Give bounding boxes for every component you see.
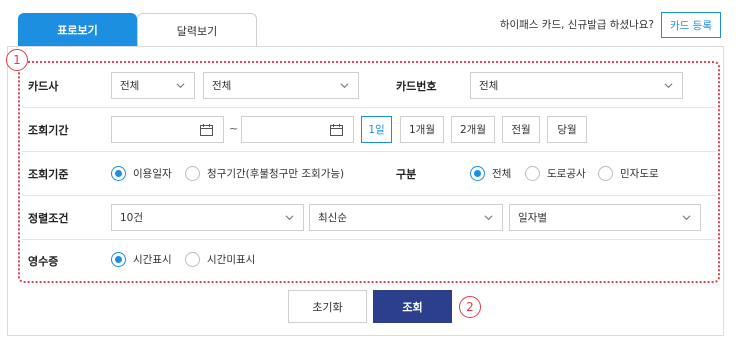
quick-2month-button[interactable]: 2개월 [451,116,495,143]
category-label: 구분 [396,168,417,181]
start-date-input[interactable] [111,116,224,143]
calendar-icon[interactable] [200,124,213,136]
card-company-select-1[interactable]: 전체 [111,72,195,99]
annotation-marker-1: 1 [6,49,28,71]
row-receipt: 영수증 시간표시 시간미표시 [22,240,716,282]
row-period: 조회기간 ~ 1일 1개월 2개월 전월 당월 [22,108,716,152]
sort-group-value: 일자별 [518,212,547,224]
radio-unchecked-icon [598,166,613,181]
card-company-select-2[interactable]: 전체 [203,72,359,99]
chevron-down-icon [285,215,294,221]
chevron-down-icon [484,215,493,221]
period-label: 조회기간 [28,124,69,137]
basis-radio-usage-date[interactable]: 이용일자 [111,166,172,181]
sort-group-select[interactable]: 일자별 [509,204,701,231]
quick-1month-button[interactable]: 1개월 [400,116,444,143]
sort-count-value: 10건 [120,212,144,224]
chevron-down-icon [682,215,691,221]
card-company-label: 카드사 [28,80,59,93]
search-button[interactable]: 조회 [373,290,452,323]
card-company-select-2-value: 전체 [212,80,232,92]
radio-checked-icon [111,166,126,181]
row-sort: 정렬조건 10건 최신순 일자별 [22,196,716,240]
sort-order-select[interactable]: 최신순 [309,204,503,231]
date-separator: ~ [229,122,239,135]
quick-last-month-button[interactable]: 전월 [502,116,540,143]
receipt-radio-show-time[interactable]: 시간표시 [111,252,172,267]
radio-unchecked-icon [185,252,200,267]
tab-calendar-view[interactable]: 달력보기 [137,13,257,47]
receipt-radio-hide-time[interactable]: 시간미표시 [185,252,255,267]
annotation-marker-2: 2 [459,296,481,318]
radio-checked-icon [111,252,126,267]
radio-label: 시간미표시 [207,254,256,266]
tab-table-view[interactable]: 표로보기 [18,13,137,47]
promo-text: 하이패스 카드, 신규발급 하셨나요? [499,19,654,31]
basis-radio-billing-period[interactable]: 청구기간(후불청구만 조회가능) [185,166,344,181]
radio-label: 시간표시 [133,254,172,266]
receipt-label: 영수증 [28,255,59,268]
chevron-down-icon [340,83,349,89]
sort-label: 정렬조건 [28,212,69,225]
chevron-down-icon [176,83,185,89]
category-radio-expressway[interactable]: 도로공사 [525,166,586,181]
row-basis: 조회기준 이용일자 청구기간(후불청구만 조회가능) 구분 전체 도로공사 민자… [22,152,716,196]
chevron-down-icon [664,83,673,89]
basis-label: 조회기준 [28,168,69,181]
reset-button[interactable]: 초기화 [288,290,367,323]
quick-this-month-button[interactable]: 당월 [547,116,587,143]
end-date-input[interactable] [241,116,354,143]
radio-label: 청구기간(후불청구만 조회가능) [207,168,345,180]
card-register-button[interactable]: 카드 등록 [661,12,721,38]
radio-label: 도로공사 [547,168,586,180]
sort-count-select[interactable]: 10건 [111,204,304,231]
sort-order-value: 최신순 [318,212,347,224]
category-radio-private-road[interactable]: 민자도로 [598,166,659,181]
radio-label: 이용일자 [133,168,172,180]
quick-1day-button[interactable]: 1일 [361,116,392,143]
calendar-icon[interactable] [330,124,343,136]
card-number-label: 카드번호 [396,80,437,93]
radio-checked-icon [470,166,485,181]
card-company-select-1-value: 전체 [120,80,140,92]
card-number-value: 전체 [479,80,499,92]
radio-label: 민자도로 [620,168,659,180]
radio-unchecked-icon [185,166,200,181]
category-radio-all[interactable]: 전체 [470,166,511,181]
card-number-select[interactable]: 전체 [470,72,683,99]
row-card: 카드사 전체 전체 카드번호 전체 [22,64,716,108]
radio-label: 전체 [492,168,512,180]
radio-unchecked-icon [525,166,540,181]
